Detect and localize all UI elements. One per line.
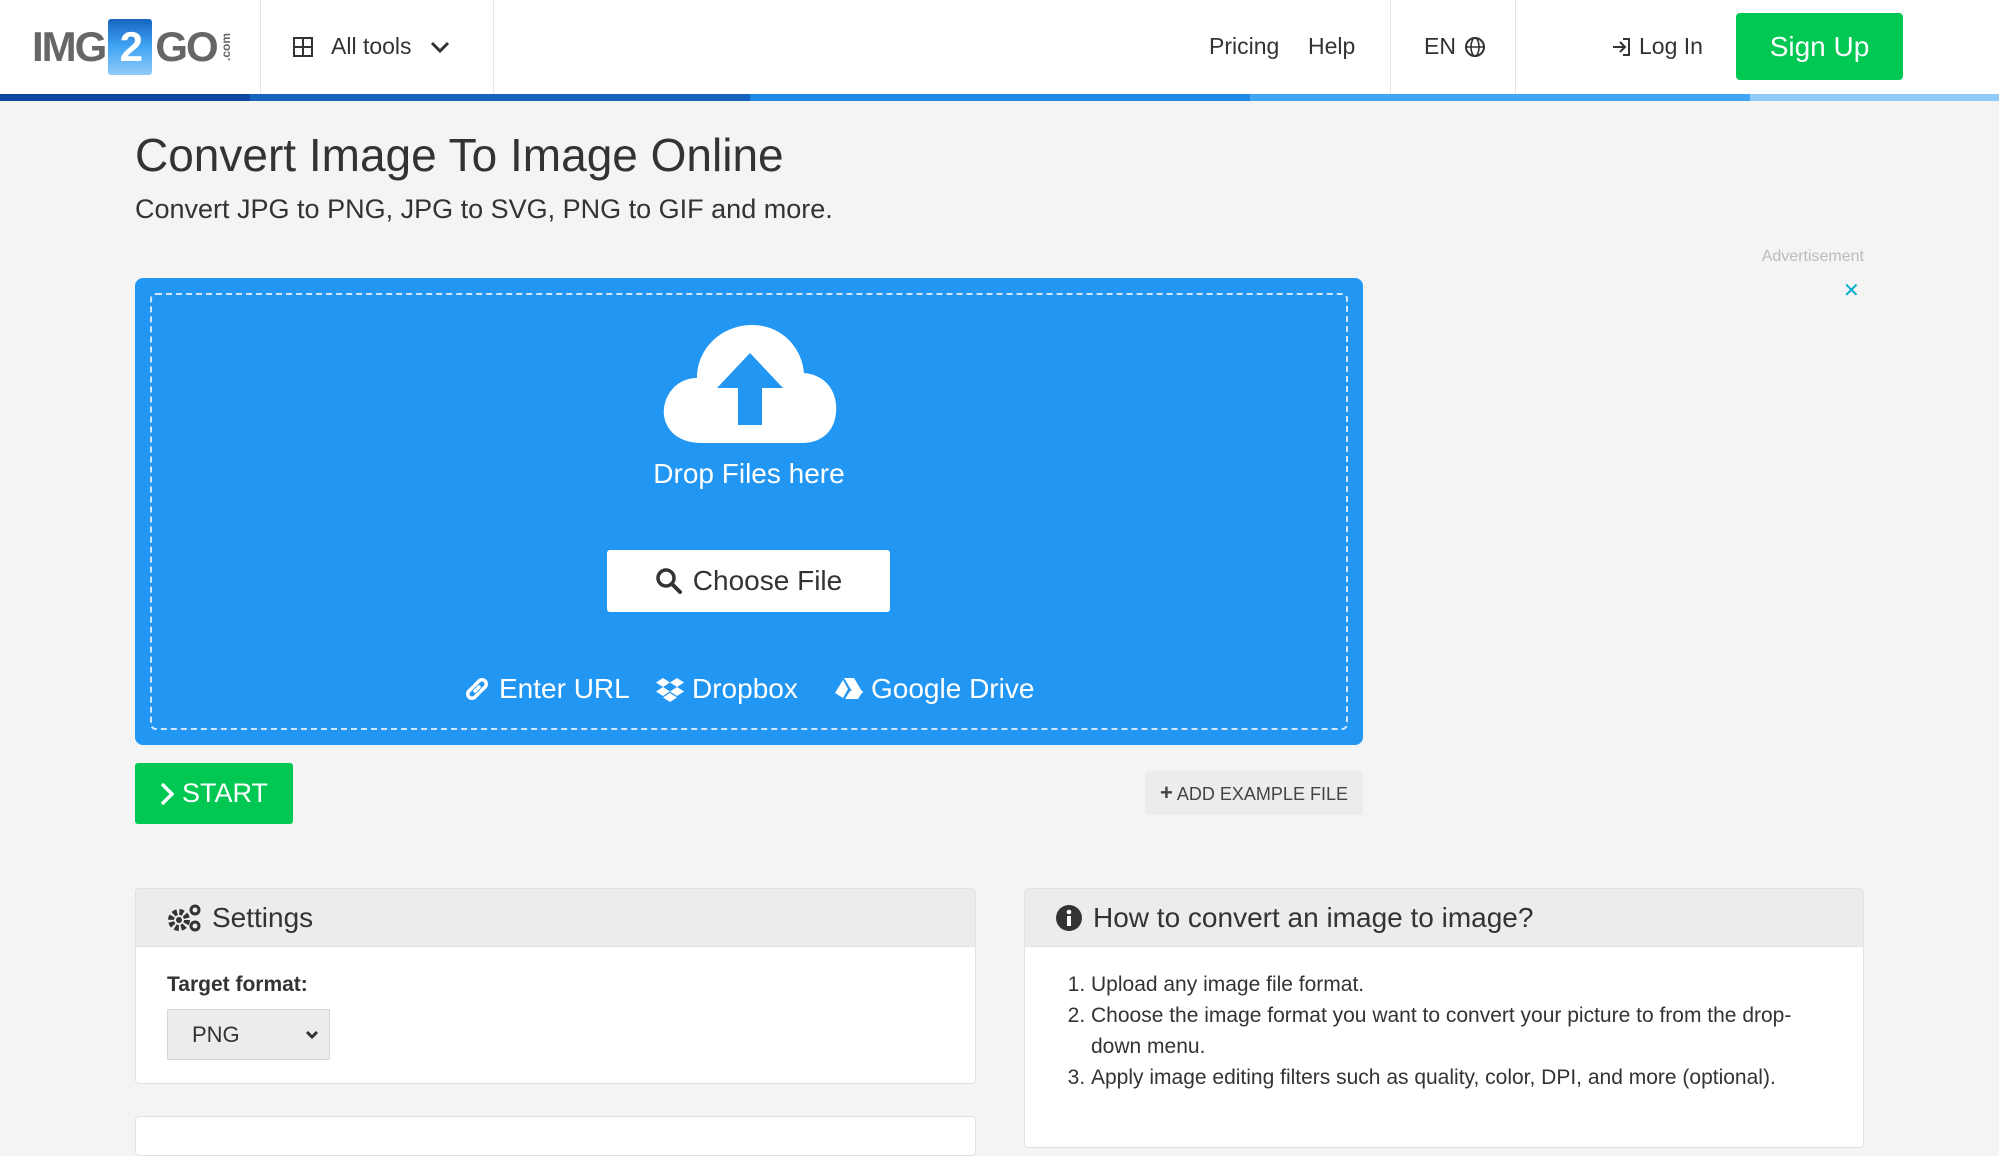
all-tools-label: All tools [331, 33, 412, 59]
login-link[interactable]: Log In [1611, 33, 1703, 60]
accent-bar [250, 94, 750, 101]
pricing-link[interactable]: Pricing [1209, 33, 1279, 60]
settings-title: Settings [212, 901, 314, 933]
dropbox-button[interactable]: Dropbox [656, 673, 798, 705]
language-label: EN [1424, 33, 1456, 59]
howto-title: How to convert an image to image? [1093, 901, 1534, 933]
settings-header: Settings [136, 889, 975, 947]
plus-icon: + [1160, 780, 1173, 805]
add-example-label: ADD EXAMPLE FILE [1176, 784, 1348, 804]
accent-bar [0, 94, 250, 101]
globe-icon [1464, 36, 1485, 57]
target-format-label: Target format: [167, 973, 308, 996]
divider [493, 0, 494, 94]
start-button[interactable]: START [135, 763, 293, 824]
enter-url-label: Enter URL [499, 673, 630, 704]
next-panel [135, 1116, 976, 1156]
howto-step: Choose the image format you want to conv… [1091, 1000, 1825, 1062]
page-title: Convert Image To Image Online [135, 129, 784, 181]
divider [1515, 0, 1516, 94]
accent-bar [1250, 94, 1750, 101]
accent-bar [1750, 94, 1999, 101]
search-icon [656, 568, 682, 594]
header: IMG 2 GO .com All tools Pricing Help EN Log… [0, 0, 1999, 94]
upload-dropzone[interactable]: Drop Files here Choose File Enter URL Dr… [135, 278, 1363, 745]
google-drive-icon [835, 678, 863, 699]
howto-header: How to convert an image to image? [1025, 889, 1863, 947]
choose-file-button[interactable]: Choose File [607, 550, 890, 612]
enter-url-button[interactable]: Enter URL [463, 673, 630, 705]
info-icon [1056, 904, 1082, 931]
dropbox-label: Dropbox [692, 673, 798, 704]
logo[interactable]: IMG 2 GO .com [32, 18, 233, 76]
dropbox-icon [656, 678, 684, 702]
target-format-value: PNG [192, 1021, 240, 1047]
add-example-file-button[interactable]: + ADD EXAMPLE FILE [1145, 771, 1363, 815]
close-ad-icon[interactable]: ✕ [1843, 278, 1860, 303]
google-drive-button[interactable]: Google Drive [835, 673, 1034, 705]
logo-text: .com [218, 32, 233, 61]
page-subtitle: Convert JPG to PNG, JPG to SVG, PNG to G… [135, 194, 833, 224]
advertisement-label: Advertisement [1761, 248, 1864, 265]
help-link[interactable]: Help [1308, 33, 1355, 60]
howto-panel: How to convert an image to image? Upload… [1024, 888, 1864, 1148]
chevron-right-icon [160, 782, 174, 805]
howto-step: Upload any image file format. [1091, 969, 1825, 1000]
cloud-upload-icon [663, 325, 837, 443]
accent-bar [750, 94, 1250, 101]
drop-files-text: Drop Files here [653, 458, 845, 489]
start-label: START [181, 778, 268, 808]
settings-panel: Settings Target format: PNG [135, 888, 976, 1084]
signup-button[interactable]: Sign Up [1736, 13, 1903, 80]
chevron-down-icon [305, 1030, 319, 1039]
howto-step: Apply image editing filters such as qual… [1091, 1062, 1825, 1093]
logo-mark: 2 [108, 19, 153, 75]
gears-icon [168, 904, 201, 931]
login-icon [1613, 37, 1630, 56]
logo-text: GO [155, 23, 218, 70]
choose-file-label: Choose File [692, 565, 843, 596]
divider [260, 0, 261, 94]
google-drive-label: Google Drive [871, 673, 1035, 704]
grid-icon [293, 36, 313, 57]
divider [1390, 0, 1391, 94]
howto-steps: Upload any image file format. Choose the… [1065, 969, 1825, 1093]
target-format-select[interactable]: PNG [167, 1009, 330, 1060]
logo-text: IMG [32, 23, 107, 70]
all-tools-dropdown[interactable]: All tools [293, 33, 450, 60]
chevron-down-icon [430, 41, 449, 53]
login-label: Log In [1639, 33, 1703, 59]
language-selector[interactable]: EN [1424, 33, 1486, 60]
link-icon [466, 678, 488, 700]
